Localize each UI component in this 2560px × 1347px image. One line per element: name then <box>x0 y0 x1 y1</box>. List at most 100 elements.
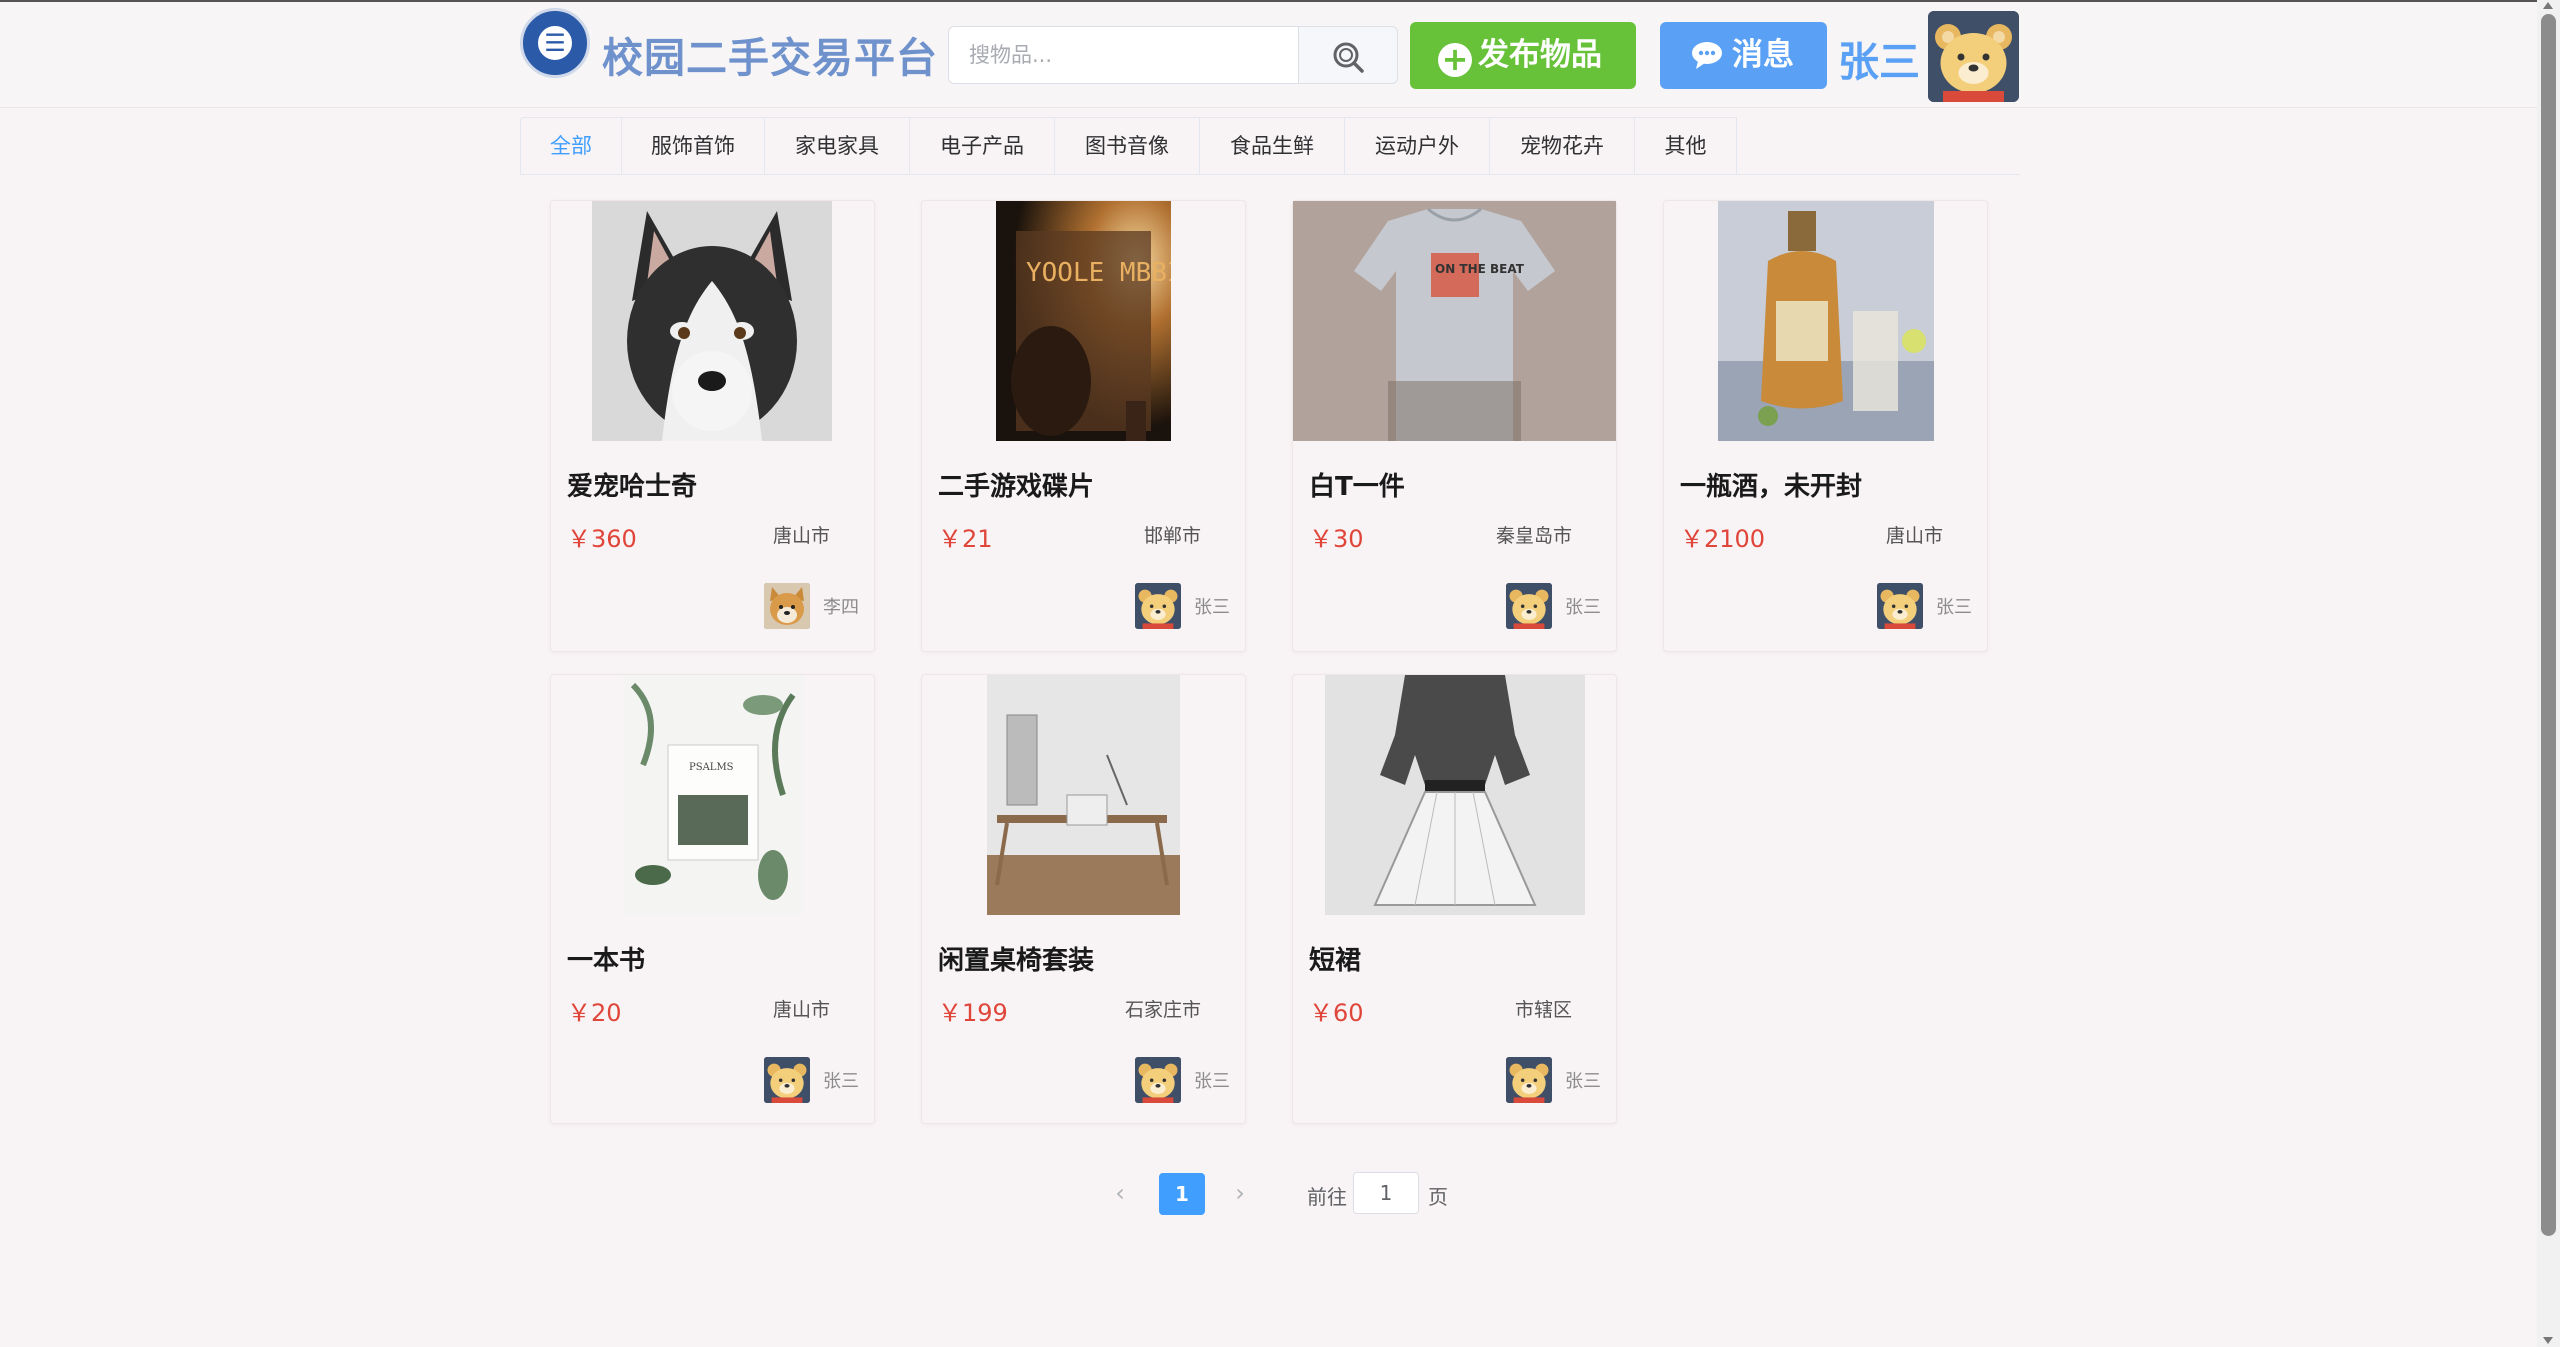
item-card[interactable]: PSALMS 一本书 ￥20 唐山市 张三 <box>550 674 875 1124</box>
item-title[interactable]: 一瓶酒，未开封 <box>1680 466 1862 503</box>
school-logo-icon: ☰ <box>520 8 590 78</box>
shiba-avatar-icon <box>764 583 810 629</box>
husky-dog-image <box>592 201 832 441</box>
seller-name: 张三 <box>823 1071 859 1092</box>
seller-avatar <box>764 583 810 629</box>
tab-books[interactable]: 图书音像 <box>1055 117 1200 174</box>
item-card[interactable]: 爱宠哈士奇 ￥360 唐山市 李四 <box>550 200 875 652</box>
pagination-goto-label: 前往 <box>1307 1185 1347 1209</box>
item-image[interactable]: YOOLE MBBIEM <box>922 201 1245 441</box>
item-title[interactable]: 爱宠哈士奇 <box>567 466 697 503</box>
seller-avatar <box>1506 1057 1552 1103</box>
bear-avatar-icon <box>1135 1057 1181 1103</box>
scrollbar-thumb[interactable] <box>2541 14 2556 1236</box>
item-title[interactable]: 短裙 <box>1309 940 1361 977</box>
desk-chair-set-image <box>987 675 1180 915</box>
chevron-right-icon: › <box>1235 1179 1245 1207</box>
item-price: ￥60 <box>1309 999 1364 1027</box>
bear-avatar-icon <box>1506 1057 1552 1103</box>
site-title: 校园二手交易平台 <box>602 34 938 82</box>
item-price: ￥21 <box>938 525 993 553</box>
tab-clothing[interactable]: 服饰首饰 <box>622 117 765 174</box>
item-city: 唐山市 <box>1885 525 1943 547</box>
item-card[interactable]: 短裙 ￥60 市辖区 张三 <box>1292 674 1617 1124</box>
bear-avatar-icon <box>1877 583 1923 629</box>
seller-name: 张三 <box>1194 597 1230 618</box>
item-price: ￥2100 <box>1680 525 1766 553</box>
seller-name: 张三 <box>1936 597 1972 618</box>
top-header: ☰ 校园二手交易平台 +发布物品 消息 张三 <box>0 0 2537 108</box>
item-card[interactable]: 一瓶酒，未开封 ￥2100 唐山市 张三 <box>1663 200 1988 652</box>
item-image[interactable] <box>922 675 1245 915</box>
seller-name: 张三 <box>1194 1071 1230 1092</box>
publish-item-button[interactable]: + 发布物品 <box>1410 22 1636 89</box>
scroll-down-icon[interactable] <box>2543 1337 2553 1344</box>
seller-avatar <box>764 1057 810 1103</box>
item-title[interactable]: 二手游戏碟片 <box>938 466 1094 503</box>
item-title[interactable]: 一本书 <box>567 940 645 977</box>
short-skirt-image <box>1325 675 1585 915</box>
bear-avatar-icon <box>764 1057 810 1103</box>
tab-electronics[interactable]: 电子产品 <box>910 117 1055 174</box>
tshirt-print-text: ON THE BEAT <box>1435 262 1525 276</box>
item-price: ￥30 <box>1309 525 1364 553</box>
item-price: ￥360 <box>567 525 637 553</box>
tab-appliances[interactable]: 家电家具 <box>765 117 910 174</box>
white-tshirt-image: ON THE BEAT <box>1293 201 1616 441</box>
item-city: 秦皇岛市 <box>1495 525 1572 547</box>
search-input[interactable] <box>948 26 1298 84</box>
liquor-bottle-image <box>1718 201 1934 441</box>
item-image[interactable] <box>1293 675 1616 915</box>
user-avatar[interactable] <box>1928 11 2019 102</box>
seller-avatar <box>1135 583 1181 629</box>
item-title[interactable]: 白T一件 <box>1309 466 1405 503</box>
scroll-up-icon[interactable] <box>2543 2 2553 9</box>
seller-avatar <box>1506 583 1552 629</box>
item-image[interactable] <box>551 201 874 441</box>
item-city: 市辖区 <box>1514 999 1572 1021</box>
bear-avatar-icon <box>1506 583 1552 629</box>
item-title[interactable]: 闲置桌椅套装 <box>938 940 1094 977</box>
seller-avatar <box>1877 583 1923 629</box>
item-card[interactable]: YOOLE MBBIEM 二手游戏碟片 ￥21 邯郸市 张三 <box>921 200 1246 652</box>
item-card[interactable]: 闲置桌椅套装 ￥199 石家庄市 张三 <box>921 674 1246 1124</box>
messages-button[interactable]: 消息 <box>1660 22 1827 89</box>
pagination-page-1[interactable]: 1 <box>1159 1173 1205 1215</box>
bear-avatar-icon <box>1135 583 1181 629</box>
chat-bubble-icon <box>1692 42 1722 69</box>
search-button[interactable] <box>1298 26 1398 84</box>
page-scrollbar[interactable] <box>2537 0 2560 1347</box>
game-poster-text: YOOLE MBBIEM <box>1026 258 1171 288</box>
bear-avatar-icon <box>1928 11 2019 102</box>
item-card[interactable]: ON THE BEAT 白T一件 ￥30 秦皇岛市 张三 <box>1292 200 1617 652</box>
pagination-page-unit: 页 <box>1428 1185 1448 1209</box>
tab-food[interactable]: 食品生鲜 <box>1200 117 1345 174</box>
tab-pets-flowers[interactable]: 宠物花卉 <box>1490 117 1635 174</box>
item-image[interactable]: PSALMS <box>551 675 874 915</box>
tab-all[interactable]: 全部 <box>520 117 622 174</box>
item-city: 石家庄市 <box>1124 999 1201 1021</box>
search-icon <box>1333 42 1364 73</box>
item-image[interactable]: ON THE BEAT <box>1293 201 1616 441</box>
book-title-text: PSALMS <box>689 762 734 773</box>
seller-name: 张三 <box>1565 1071 1601 1092</box>
chevron-left-icon: ‹ <box>1115 1179 1125 1207</box>
seller-name: 张三 <box>1565 597 1601 618</box>
plus-circle-icon: + <box>1438 43 1472 77</box>
book-with-leaves-image: PSALMS <box>623 675 803 915</box>
pagination-goto-input[interactable] <box>1353 1172 1419 1214</box>
item-price: ￥199 <box>938 999 1008 1027</box>
item-image[interactable] <box>1664 201 1987 441</box>
category-tabs: 全部 服饰首饰 家电家具 电子产品 图书音像 食品生鲜 运动户外 宠物花卉 其他 <box>520 117 2020 175</box>
item-city: 邯郸市 <box>1143 525 1201 547</box>
pagination-prev-button[interactable]: ‹ <box>1100 1174 1140 1214</box>
tab-sports[interactable]: 运动户外 <box>1345 117 1490 174</box>
pagination-next-button[interactable]: › <box>1220 1174 1260 1214</box>
item-city: 唐山市 <box>772 525 830 547</box>
seller-name: 李四 <box>823 597 859 618</box>
seller-avatar <box>1135 1057 1181 1103</box>
game-disc-poster-image: YOOLE MBBIEM <box>996 201 1171 441</box>
item-price: ￥20 <box>567 999 622 1027</box>
tab-other[interactable]: 其他 <box>1635 117 1737 174</box>
current-username[interactable]: 张三 <box>1838 28 1920 88</box>
